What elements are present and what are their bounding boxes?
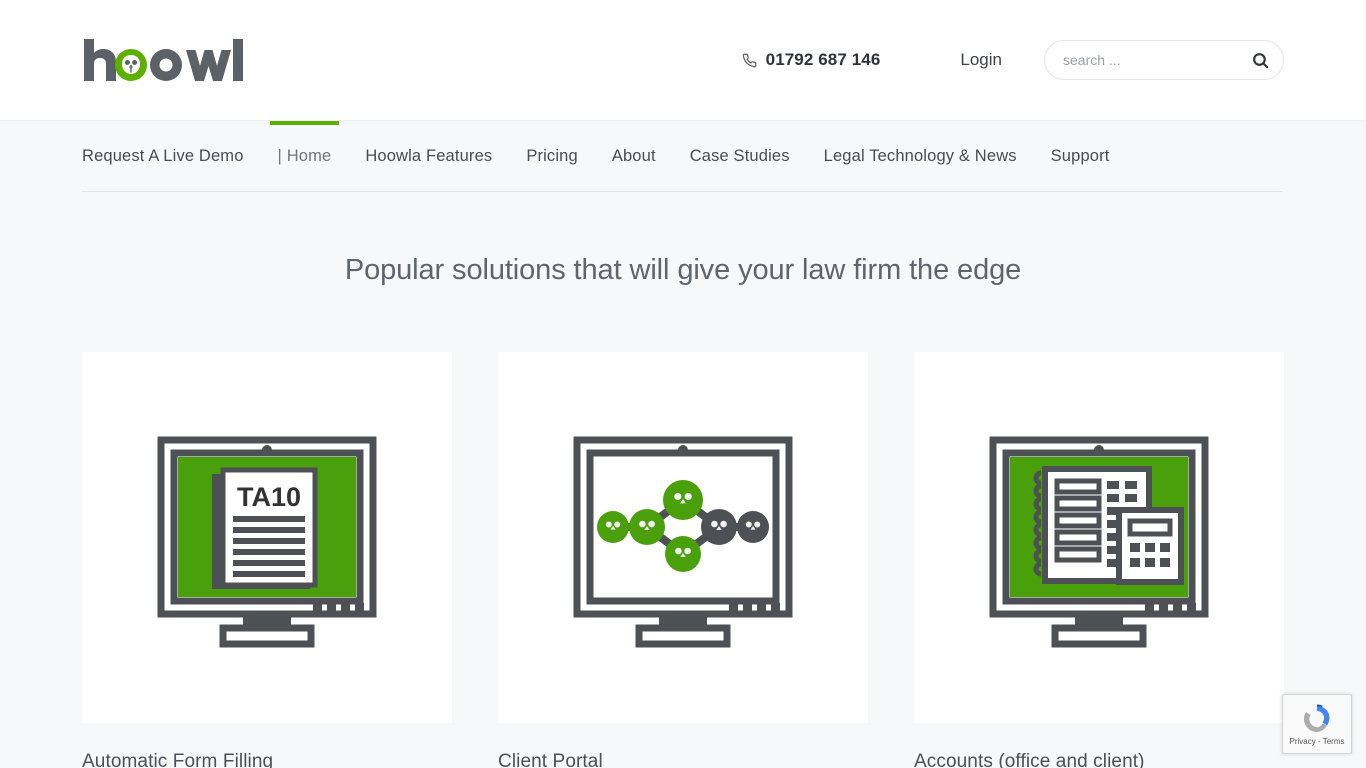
nav-link[interactable]: Request A Live Demo	[82, 147, 244, 166]
main-navigation: Request A Live Demo | Home Hoowla Featur…	[0, 120, 1366, 192]
workflow-node-green-1	[597, 510, 629, 543]
nav-item-case-studies[interactable]: Case Studies	[673, 121, 807, 192]
card-illustration-form-filling[interactable]: TA10	[82, 352, 452, 723]
main-content: Popular solutions that will give your la…	[0, 192, 1366, 768]
phone-number: 01792 687 146	[765, 50, 881, 69]
card-client-portal[interactable]: Client Portal	[498, 352, 868, 768]
monitor-ledger-calculator-icon	[989, 436, 1209, 647]
nav-link[interactable]: About	[612, 147, 656, 166]
nav-link[interactable]: Hoowla Features	[365, 147, 492, 166]
card-automatic-form-filling[interactable]: TA10 Automatic Form Filling	[82, 352, 452, 768]
workflow-node-grey-1	[701, 508, 737, 545]
nav-link[interactable]: Pricing	[526, 147, 578, 166]
site-header: 01792 687 146 Login	[0, 0, 1366, 120]
nav-item-home[interactable]: | Home	[261, 121, 349, 192]
nav-link[interactable]: Support	[1051, 147, 1110, 166]
nav-item-legal-technology-and-news[interactable]: Legal Technology & News	[807, 121, 1034, 192]
recaptcha-label: Privacy - Terms	[1289, 736, 1345, 746]
hoowla-logo-mark	[84, 39, 243, 81]
search-input[interactable]	[1063, 52, 1252, 68]
hoowla-logo[interactable]	[82, 37, 247, 83]
monitor-document-icon: TA10	[157, 436, 377, 647]
document-label: TA10	[237, 482, 301, 512]
nav-item-about[interactable]: About	[595, 121, 673, 192]
nav-link[interactable]: Legal Technology & News	[824, 147, 1017, 166]
solutions-card-grid: TA10 Automatic Form Filling Client Porta…	[0, 352, 1366, 768]
nav-item-request-a-live-demo[interactable]: Request A Live Demo	[82, 121, 261, 192]
nav-divider	[82, 191, 1283, 192]
nav-list: Request A Live Demo | Home Hoowla Featur…	[82, 121, 1127, 192]
card-title[interactable]: Accounts (office and client)	[914, 751, 1284, 768]
card-title[interactable]: Automatic Form Filling	[82, 751, 452, 768]
section-title: Popular solutions that will give your la…	[344, 254, 1022, 286]
phone-icon	[742, 53, 757, 67]
card-title[interactable]: Client Portal	[498, 751, 868, 768]
workflow-node-green-2	[629, 508, 665, 545]
nav-item-hoowla-features[interactable]: Hoowla Features	[348, 121, 509, 192]
search-box[interactable]	[1044, 40, 1284, 80]
nav-item-support[interactable]: Support	[1034, 121, 1127, 192]
search-icon	[1253, 52, 1269, 68]
nav-link[interactable]: | Home	[278, 147, 332, 166]
workflow-node-green-bottom	[665, 535, 701, 572]
card-accounts[interactable]: Accounts (office and client)	[914, 352, 1284, 768]
login-link[interactable]: Login	[960, 50, 1002, 70]
monitor-workflow-icon	[573, 436, 793, 647]
nav-link[interactable]: Case Studies	[690, 147, 790, 166]
recaptcha-badge[interactable]: Privacy - Terms	[1282, 694, 1352, 754]
workflow-node-green-top	[663, 479, 703, 520]
phone-contact[interactable]: 01792 687 146	[742, 50, 881, 70]
card-illustration-client-portal[interactable]	[498, 352, 868, 723]
recaptcha-logo	[1303, 704, 1330, 732]
search-button[interactable]	[1252, 52, 1269, 69]
header-actions: 01792 687 146 Login	[742, 40, 1284, 80]
nav-item-pricing[interactable]: Pricing	[509, 121, 595, 192]
workflow-node-grey-2	[737, 510, 769, 543]
card-illustration-accounts[interactable]	[914, 352, 1284, 723]
